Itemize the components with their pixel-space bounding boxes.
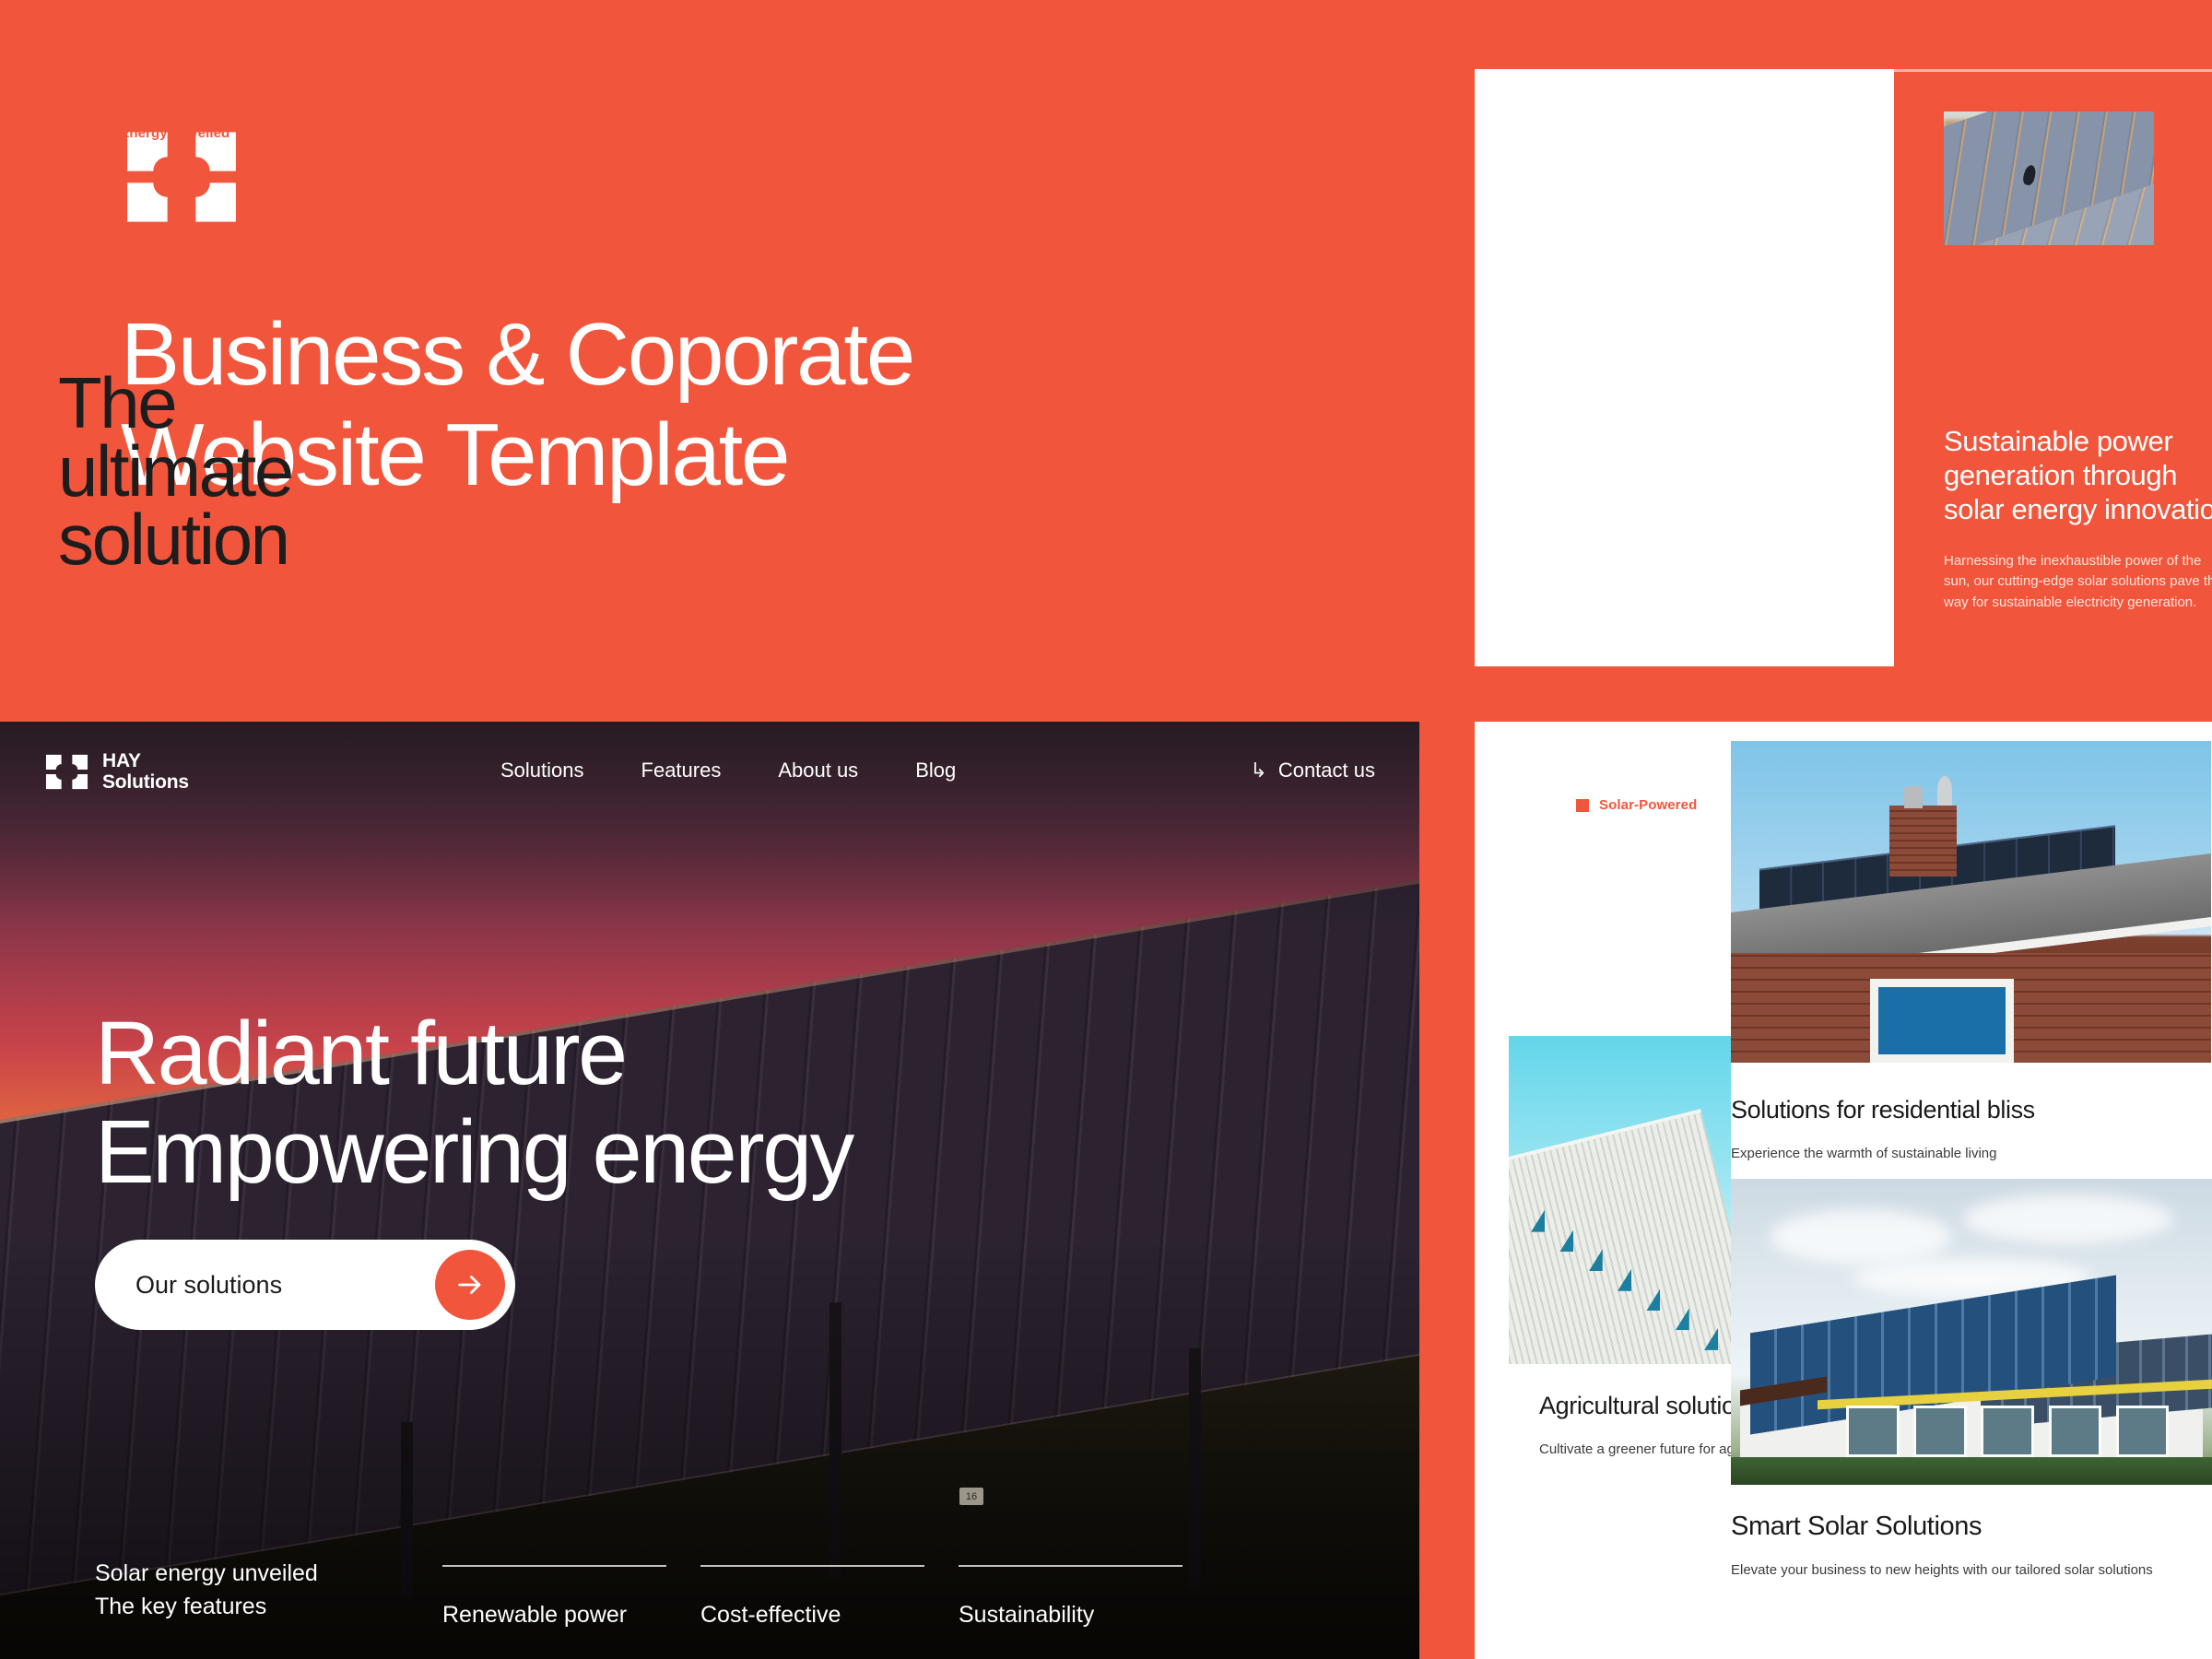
photo-fill: [1731, 741, 2211, 1063]
card-title-smart-solar: Smart Solar Solutions: [1731, 1512, 1983, 1541]
solar-panel-sunset-photo: [1944, 112, 2154, 245]
feature-column-renewable-power: Renewable power: [442, 1565, 700, 1629]
column-rule: [959, 1565, 1182, 1567]
hero-headline-line2: Empowering energy: [95, 1100, 854, 1202]
feature-label: Sustainability: [959, 1602, 1095, 1628]
heading-line-3: solution: [58, 499, 290, 581]
contact-us-link[interactable]: ↳ Contact us: [1250, 722, 1375, 818]
solar-powered-tag: Solar-Powered: [1576, 797, 1697, 813]
solar-energy-unveiled-tag: Solar Energy Unveiled: [58, 125, 229, 141]
copy-body-line-1: Harnessing the inexhaustible power of th…: [1944, 552, 2202, 569]
card-residential-photo: [1731, 741, 2211, 1063]
hero-feature-columns: Renewable power Cost-effective Sustainab…: [442, 1558, 1419, 1629]
hero-footer-eyebrow-line2: The key features: [95, 1593, 267, 1619]
photo-fill: [1509, 1036, 1731, 1364]
logo-wordmark: HAY Solutions: [102, 749, 189, 793]
nav-item-solutions[interactable]: Solutions: [500, 759, 584, 782]
solutions-panel: Solar-Powered Solutions for residential …: [1475, 722, 2212, 1659]
nav-item-features[interactable]: Features: [641, 759, 722, 782]
card-title-agricultural: Agricultural solutions: [1539, 1392, 1761, 1419]
feature-label: Cost-effective: [700, 1602, 841, 1628]
hero-nav-links: Solutions Features About us Blog: [500, 722, 956, 818]
poster-root: Business & Coporate Website Template Sol…: [0, 0, 2212, 1659]
our-solutions-button[interactable]: Our solutions: [95, 1240, 515, 1330]
four-squares-logo-icon: [44, 749, 89, 794]
ultimate-solution-white-column: [1475, 69, 1894, 666]
hero-footer-eyebrow-line1: Solar energy unveiled: [95, 1560, 318, 1586]
arrow-hook-icon: ↳: [1250, 758, 1267, 782]
ultimate-solution-heading: The ultimate solution: [58, 362, 408, 581]
column-rule: [700, 1565, 924, 1567]
hero-headline-line1: Radiant future: [95, 1003, 628, 1103]
copy-body: Harnessing the inexhaustible power of th…: [1944, 551, 2212, 614]
hero-footer: Solar energy unveiled The key features R…: [0, 1558, 1419, 1629]
hero-footer-eyebrow: Solar energy unveiled The key features: [0, 1558, 442, 1629]
photo-fill: [1731, 1179, 2212, 1485]
heading-line-1: The: [58, 362, 178, 443]
heading-line-2: ultimate: [58, 430, 294, 512]
tag-label: Solar-Powered: [1599, 797, 1698, 813]
contact-us-label: Contact us: [1277, 758, 1375, 782]
photo-fill: [1944, 112, 2154, 245]
hero-headline: Radiant future Empowering energy: [95, 1003, 1256, 1202]
logo-wordmark-line2: Solutions: [102, 771, 189, 793]
sustainable-power-copy: Sustainable power generation through sol…: [1944, 424, 2212, 614]
card-subtitle-smart-solar: Elevate your business to new heights wit…: [1731, 1562, 2153, 1578]
card-smart-solar-photo: [1731, 1179, 2212, 1485]
copy-heading-line-1: Sustainable power: [1944, 425, 2173, 457]
hay-solutions-logo[interactable]: HAY Solutions: [44, 749, 189, 794]
column-rule: [442, 1565, 666, 1567]
our-solutions-label: Our solutions: [135, 1270, 283, 1299]
feature-label: Renewable power: [442, 1602, 628, 1628]
square-bullet-icon: [58, 126, 71, 140]
copy-body-line-3: way for sustainable electricity generati…: [1944, 594, 2197, 611]
brand-panel: Business & Coporate Website Template: [0, 0, 1419, 699]
feature-column-sustainability: Sustainability: [959, 1565, 1217, 1629]
logo-wordmark-line1: HAY: [102, 749, 141, 771]
panel-divider: [1894, 69, 2212, 72]
copy-heading-line-3: solar energy innovation: [1944, 493, 2212, 526]
card-subtitle-residential: Experience the warmth of sustainable liv…: [1731, 1146, 1997, 1161]
hero-navbar: HAY Solutions Solutions Features About u…: [0, 722, 1419, 818]
card-agricultural-photo: [1509, 1036, 1731, 1364]
copy-heading-line-2: generation through: [1944, 459, 2178, 492]
copy-heading: Sustainable power generation through sol…: [1944, 424, 2212, 527]
feature-column-cost-effective: Cost-effective: [700, 1565, 959, 1629]
card-title-residential: Solutions for residential bliss: [1731, 1096, 2035, 1124]
nav-item-about-us[interactable]: About us: [778, 759, 858, 782]
nav-item-blog[interactable]: Blog: [915, 759, 956, 782]
copy-body-line-2: sun, our cutting-edge solar solutions pa…: [1944, 573, 2212, 590]
tag-label: Solar Energy Unveiled: [81, 125, 230, 141]
arrow-right-icon: [435, 1250, 505, 1320]
square-bullet-icon: [1576, 798, 1589, 812]
image-marker-badge: 16: [959, 1488, 983, 1505]
